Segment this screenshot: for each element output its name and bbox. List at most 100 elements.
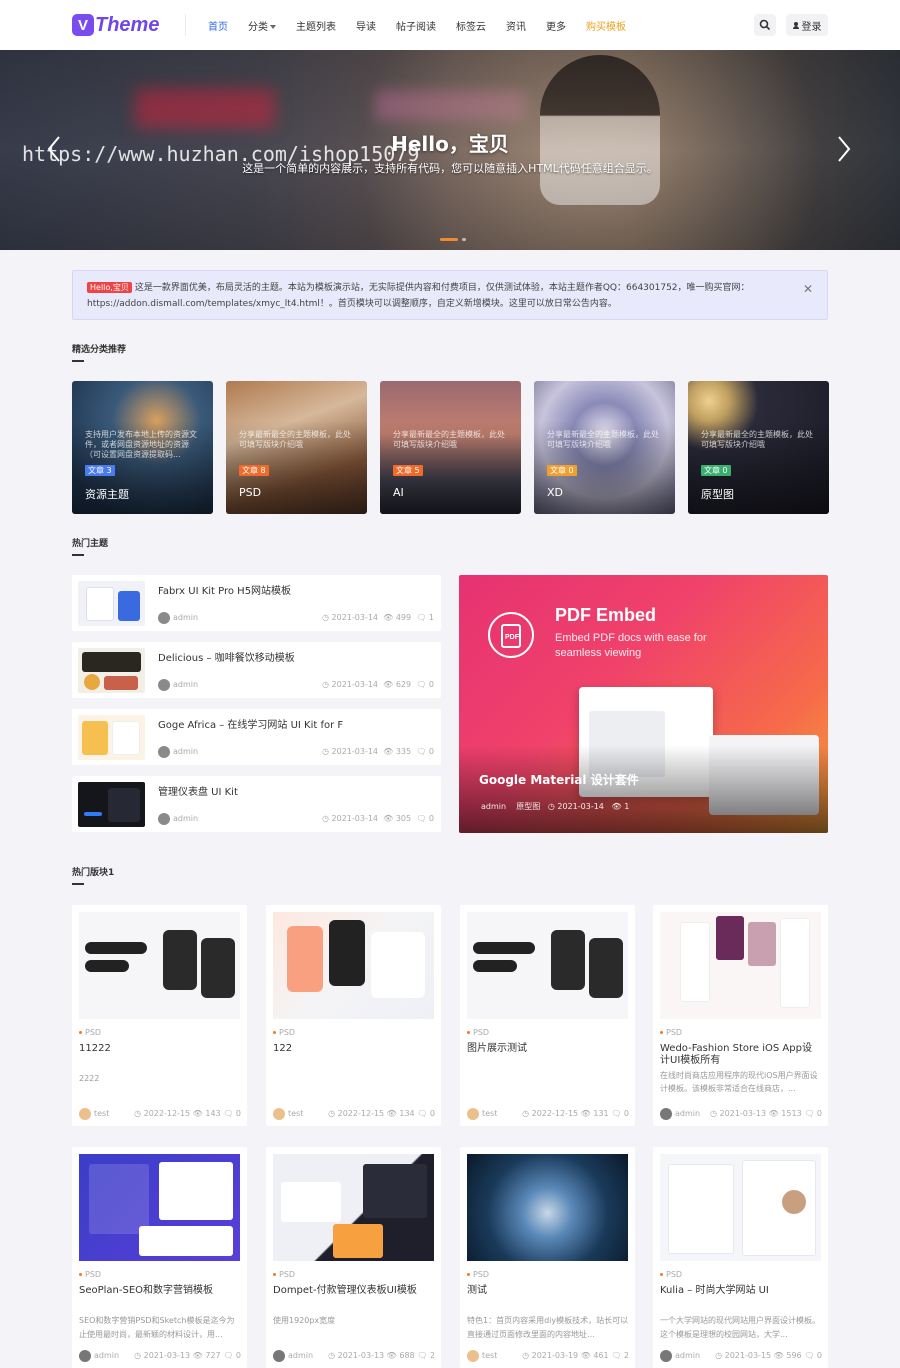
category-card[interactable]: 分享最新最全的主题模板，此处可填写版块介绍哦 文章 8 PSD bbox=[226, 381, 367, 514]
post-card[interactable]: PSD 测试 特色1：首页内容采用diy模板技术，站长可以直接通过页面修改里面的… bbox=[460, 1147, 635, 1368]
search-icon bbox=[759, 19, 771, 31]
topic-author[interactable]: admin bbox=[173, 747, 198, 756]
nav-theme-list[interactable]: 主题列表 bbox=[296, 18, 336, 33]
thumbnail bbox=[78, 581, 145, 626]
category-badge: 文章 0 bbox=[547, 465, 577, 476]
avatar bbox=[660, 1108, 672, 1120]
close-icon[interactable]: ✕ bbox=[803, 281, 813, 297]
avatar bbox=[158, 612, 170, 624]
post-type: PSD bbox=[273, 1270, 295, 1279]
post-author[interactable]: test bbox=[482, 1109, 497, 1118]
chevron-right-icon[interactable] bbox=[832, 134, 854, 164]
post-date: 2022-12-15 bbox=[531, 1109, 579, 1118]
svg-text:PDF: PDF bbox=[505, 634, 520, 641]
post-meta: ◷ 2021-03-15 👁 596 🗨 0 bbox=[715, 1351, 822, 1360]
nav-home[interactable]: 首页 bbox=[208, 18, 228, 33]
avatar bbox=[467, 1350, 479, 1362]
post-replies: 0 bbox=[816, 1109, 822, 1118]
avatar bbox=[79, 1350, 91, 1362]
topic-author[interactable]: admin bbox=[173, 680, 198, 689]
login-button[interactable]: 登录 bbox=[786, 14, 828, 36]
main-nav: 首页 分类 主题列表 导读 帖子阅读 标签云 资讯 更多 购买模板 bbox=[208, 0, 646, 50]
announcement-tag: Hello,宝贝 bbox=[87, 282, 132, 293]
post-card[interactable]: PSD Dompet-付款管理仪表板UI模板 使用1920px宽度 admin … bbox=[266, 1147, 441, 1368]
post-views: 596 bbox=[786, 1351, 802, 1360]
category-card[interactable]: 支持用户发布本地上传的资源文件，或者网盘资源地址的资源（可设置网盘资源提取码..… bbox=[72, 381, 213, 514]
hot-topic-item[interactable]: Fabrx UI Kit Pro H5网站模板 admin ◷ 2021-03-… bbox=[72, 575, 441, 631]
topic-author[interactable]: admin bbox=[173, 613, 198, 622]
nav-category[interactable]: 分类 bbox=[248, 18, 276, 33]
post-replies: 0 bbox=[623, 1109, 629, 1118]
post-image bbox=[273, 1154, 434, 1261]
featured-author[interactable]: admin bbox=[481, 802, 506, 811]
post-image bbox=[273, 912, 434, 1019]
post-image bbox=[79, 1154, 240, 1261]
post-image bbox=[660, 1154, 821, 1261]
search-button[interactable] bbox=[754, 14, 776, 36]
chevron-down-icon bbox=[270, 24, 276, 29]
post-author[interactable]: test bbox=[482, 1351, 497, 1360]
nav-post-read[interactable]: 帖子阅读 bbox=[396, 18, 436, 33]
post-author[interactable]: admin bbox=[675, 1109, 700, 1118]
post-views: 1513 bbox=[781, 1109, 802, 1118]
post-meta: ◷ 2021-03-13 👁 1513 🗨 0 bbox=[710, 1109, 822, 1118]
post-card[interactable]: PSD 11222 2222 test ◷ 2022-12-15 👁 143 🗨… bbox=[72, 905, 247, 1126]
post-meta: ◷ 2022-12-15 👁 134 🗨 0 bbox=[328, 1109, 435, 1118]
post-author[interactable]: test bbox=[94, 1109, 109, 1118]
post-author[interactable]: admin bbox=[94, 1351, 119, 1360]
site-logo[interactable]: V Theme bbox=[72, 12, 159, 38]
post-desc: 特色1：首页内容采用diy模板技术，站长可以直接通过页面修改里面的内容地址... bbox=[467, 1316, 629, 1339]
post-desc: 2222 bbox=[79, 1074, 100, 1083]
topic-replies: 0 bbox=[428, 680, 434, 689]
hot-topic-item[interactable]: Goge Africa – 在线学习网站 UI Kit for F admin … bbox=[72, 709, 441, 765]
post-author[interactable]: admin bbox=[288, 1351, 313, 1360]
post-views: 727 bbox=[205, 1351, 221, 1360]
post-author[interactable]: test bbox=[288, 1109, 303, 1118]
post-type: PSD bbox=[273, 1028, 295, 1037]
category-card[interactable]: 分享最新最全的主题模板，此处可填写版块介绍哦 文章 0 原型图 bbox=[688, 381, 829, 514]
post-card[interactable]: PSD 图片展示测试 test ◷ 2022-12-15 👁 131 🗨 0 bbox=[460, 905, 635, 1126]
nav-news[interactable]: 资讯 bbox=[506, 18, 526, 33]
avatar bbox=[79, 1108, 91, 1120]
post-date: 2021-03-13 bbox=[143, 1351, 191, 1360]
post-desc: SEO和数字营销PSD和Sketch模板是迄今为止使用最时尚，最新颖的材料设计，… bbox=[79, 1316, 235, 1339]
topic-author[interactable]: admin bbox=[173, 814, 198, 823]
category-card[interactable]: 分享最新最全的主题模板，此处可填写版块介绍哦 文章 5 AI bbox=[380, 381, 521, 514]
post-author[interactable]: admin bbox=[675, 1351, 700, 1360]
nav-guide[interactable]: 导读 bbox=[356, 18, 376, 33]
post-card[interactable]: PSD 122 test ◷ 2022-12-15 👁 134 🗨 0 bbox=[266, 905, 441, 1126]
carousel-dot[interactable] bbox=[462, 238, 466, 241]
post-card[interactable]: PSD Wedo-Fashion Store iOS App设计UI模板所有 在… bbox=[653, 905, 828, 1126]
avatar bbox=[660, 1350, 672, 1362]
nav-buy-template[interactable]: 购买模板 bbox=[586, 18, 626, 33]
section-title-board: 热门版块1 bbox=[72, 865, 114, 885]
post-replies: 0 bbox=[235, 1109, 241, 1118]
hot-topic-item[interactable]: 管理仪表盘 UI Kit admin ◷ 2021-03-14 👁 305 🗨 … bbox=[72, 776, 441, 832]
featured-topic[interactable]: PDF PDF Embed Embed PDF docs with ease f… bbox=[459, 575, 828, 833]
category-desc: 分享最新最全的主题模板，此处可填写版块介绍哦 bbox=[701, 430, 813, 449]
category-badge: 文章 0 bbox=[701, 465, 731, 476]
nav-more[interactable]: 更多 bbox=[546, 18, 566, 33]
chevron-left-icon[interactable] bbox=[44, 134, 66, 164]
category-card[interactable]: 分享最新最全的主题模板，此处可填写版块介绍哦 文章 0 XD bbox=[534, 381, 675, 514]
post-card[interactable]: PSD Kulia – 时尚大学网站 UI 一个大学网站的现代网站用户界面设计模… bbox=[653, 1147, 828, 1368]
top-header: V Theme 首页 分类 主题列表 导读 帖子阅读 标签云 资讯 更多 购买模… bbox=[0, 0, 900, 50]
topic-title: 管理仪表盘 UI Kit bbox=[158, 787, 238, 798]
section-title-categories: 精选分类推荐 bbox=[72, 342, 126, 362]
topic-views: 335 bbox=[395, 747, 412, 756]
post-date: 2022-12-15 bbox=[337, 1109, 385, 1118]
post-title: Dompet-付款管理仪表板UI模板 bbox=[273, 1285, 417, 1296]
post-desc: 使用1920px宽度 bbox=[273, 1316, 336, 1325]
carousel-dot-active[interactable] bbox=[440, 238, 458, 241]
category-badge: 文章 3 bbox=[85, 465, 115, 476]
post-image bbox=[79, 912, 240, 1019]
post-date: 2021-03-13 bbox=[719, 1109, 767, 1118]
post-card[interactable]: PSD SeoPlan-SEO和数字营销模板 SEO和数字营销PSD和Sketc… bbox=[72, 1147, 247, 1368]
topic-views: 499 bbox=[395, 613, 412, 622]
topic-meta: ◷ 2021-03-14 👁 629 🗨 0 bbox=[322, 680, 434, 689]
avatar bbox=[158, 813, 170, 825]
post-title: 11222 bbox=[79, 1043, 111, 1054]
hot-topic-item[interactable]: Delicious – 咖啡餐饮移动模板 admin ◷ 2021-03-14 … bbox=[72, 642, 441, 698]
featured-category[interactable]: 原型图 bbox=[516, 802, 540, 811]
nav-tag-cloud[interactable]: 标签云 bbox=[456, 18, 486, 33]
